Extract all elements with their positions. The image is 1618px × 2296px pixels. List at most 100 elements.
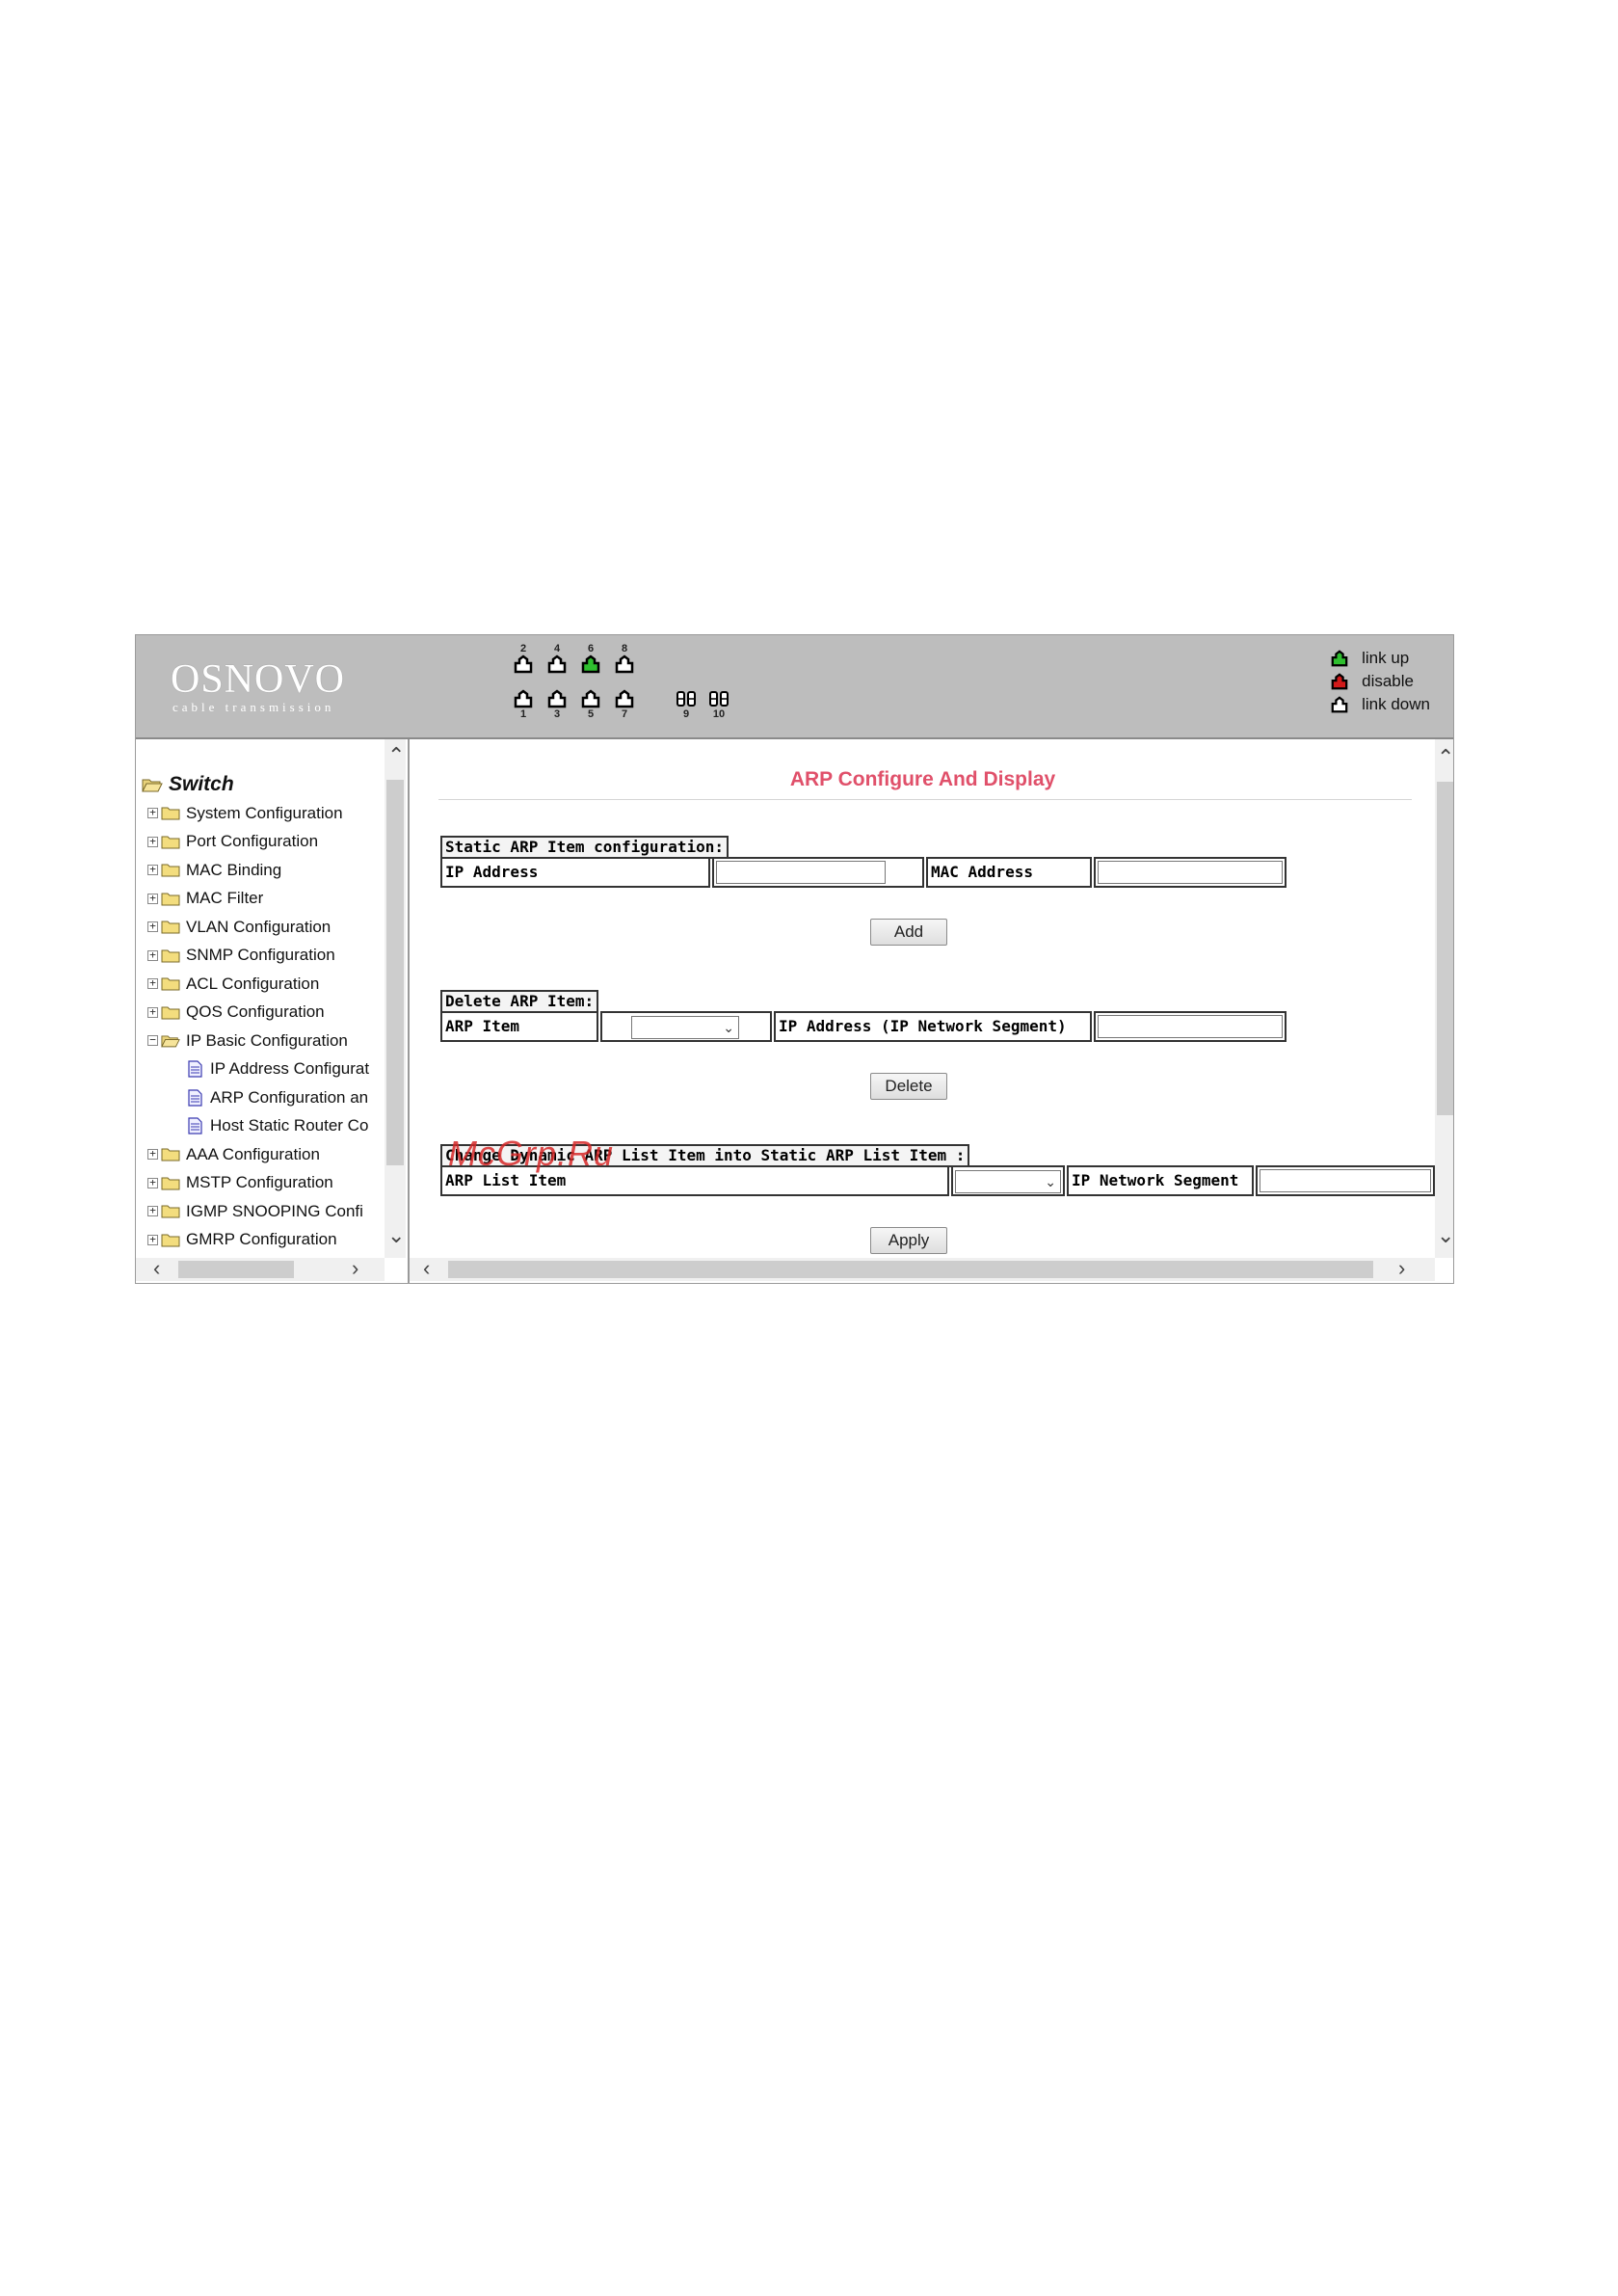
scroll-up-icon[interactable]: ⌃: [387, 745, 405, 766]
expand-icon[interactable]: +: [147, 1205, 158, 1217]
open-folder-icon: [142, 779, 163, 792]
tree-folder-port-configuration[interactable]: + Port Configuration: [142, 828, 383, 857]
tree-item-label: ARP Configuration an: [210, 1087, 369, 1107]
tree-item-label: MSTP Configuration: [186, 1173, 333, 1192]
tree-folder-gmrp-configuration[interactable]: + GMRP Configuration: [142, 1226, 383, 1255]
tree-item-label: Host Static Router Co: [210, 1116, 369, 1135]
chevron-down-icon: ⌄: [1045, 1174, 1056, 1189]
tree-page-ip-address-configurat[interactable]: IP Address Configurat: [142, 1055, 383, 1084]
port-number: 4: [553, 643, 561, 654]
sidebar-vertical-scrollbar[interactable]: ⌃ ⌄: [385, 739, 406, 1258]
expand-icon[interactable]: +: [147, 864, 158, 876]
fiber-port-icon: [676, 691, 696, 707]
scroll-down-icon[interactable]: ⌄: [1437, 1225, 1453, 1246]
tree-folder-mac-filter[interactable]: + MAC Filter: [142, 885, 383, 914]
port-5[interactable]: 5: [578, 689, 603, 720]
tree-folder-ip-basic-configuration[interactable]: − IP Basic Configuration: [142, 1027, 383, 1055]
arp-list-item-select[interactable]: ⌄: [955, 1170, 1061, 1193]
expand-icon[interactable]: +: [147, 1006, 158, 1018]
scroll-down-icon[interactable]: ⌄: [387, 1225, 405, 1246]
collapse-icon[interactable]: −: [147, 1034, 158, 1047]
tree-folder-qos-configuration[interactable]: + QOS Configuration: [142, 999, 383, 1028]
tree-folder-vlan-configuration[interactable]: + VLAN Configuration: [142, 913, 383, 942]
static-mac-input[interactable]: [1098, 861, 1283, 884]
legend-label: link down: [1362, 695, 1430, 713]
folder-icon: [161, 893, 180, 906]
port-4[interactable]: 4: [544, 643, 570, 674]
scrollbar-thumb[interactable]: [178, 1261, 294, 1278]
ethernet-port-icon: [514, 689, 533, 708]
navigation-frame: Switch + System Configuration + Port Config…: [136, 739, 410, 1283]
legend-label: link up: [1362, 649, 1410, 667]
sidebar-horizontal-scrollbar[interactable]: ‹ ›: [136, 1258, 385, 1281]
scroll-left-icon[interactable]: ‹: [423, 1258, 430, 1279]
tree-folder-acl-configuration[interactable]: + ACL Configuration: [142, 970, 383, 999]
port-6[interactable]: 6: [578, 643, 603, 674]
scroll-up-icon[interactable]: ⌃: [1437, 747, 1453, 768]
folder-icon: [161, 949, 180, 963]
static-ip-input[interactable]: [716, 861, 886, 884]
static-ip-field: [712, 857, 924, 888]
delete-ip-field: [1094, 1011, 1286, 1042]
expand-icon[interactable]: +: [147, 949, 158, 961]
port-9[interactable]: 9: [674, 689, 699, 720]
scrollbar-thumb[interactable]: [448, 1261, 1373, 1278]
folder-icon: [161, 1006, 180, 1020]
delete-button[interactable]: Delete: [870, 1073, 947, 1100]
content-horizontal-scrollbar[interactable]: ‹ ›: [410, 1258, 1435, 1281]
folder-icon: [161, 1205, 180, 1218]
static-mac-field: [1094, 857, 1286, 888]
delete-arp-section-header: Delete ARP Item:: [440, 990, 599, 1013]
port-number: 8: [621, 643, 628, 654]
tree-page-arp-configuration-an[interactable]: ARP Configuration an: [142, 1083, 383, 1112]
change-arp-item-field: ⌄: [951, 1165, 1065, 1196]
port-2[interactable]: 2: [511, 643, 536, 674]
tree-folder-aaa-configuration[interactable]: + AAA Configuration: [142, 1140, 383, 1169]
scroll-right-icon[interactable]: ›: [352, 1258, 358, 1279]
scroll-left-icon[interactable]: ‹: [153, 1258, 160, 1279]
tree-item-label: GMRP Configuration: [186, 1230, 337, 1249]
expand-icon[interactable]: +: [147, 1234, 158, 1245]
expand-icon[interactable]: +: [147, 807, 158, 819]
tree-folder-system-configuration[interactable]: + System Configuration: [142, 799, 383, 828]
content-vertical-scrollbar[interactable]: ⌃ ⌄: [1435, 739, 1453, 1258]
add-button[interactable]: Add: [870, 919, 947, 946]
expand-icon[interactable]: +: [147, 1148, 158, 1161]
static-mac-label: MAC Address: [926, 857, 1092, 888]
open-folder-icon: [161, 1035, 180, 1048]
port-8[interactable]: 8: [612, 643, 637, 674]
apply-button[interactable]: Apply: [870, 1227, 947, 1254]
port-number: 1: [519, 708, 527, 720]
expand-icon[interactable]: +: [147, 893, 158, 904]
browser-screenshot: OSNOVO cable transmission 2 4 6 8 1 3 5 …: [135, 634, 1454, 1284]
folder-icon: [161, 807, 180, 820]
arp-item-select[interactable]: ⌄: [631, 1016, 739, 1039]
navigation-tree: Switch + System Configuration + Port Config…: [142, 770, 383, 1254]
folder-icon: [161, 977, 180, 991]
link-up-icon: [1331, 650, 1348, 667]
ip-network-segment-label: IP Network Segment: [1067, 1165, 1254, 1196]
ethernet-port-icon: [547, 654, 567, 674]
tree-page-host-static-router-co[interactable]: Host Static Router Co: [142, 1112, 383, 1141]
tree-folder-igmp-snooping-confi[interactable]: + IGMP SNOOPING Confi: [142, 1197, 383, 1226]
scrollbar-thumb[interactable]: [386, 780, 404, 1165]
expand-icon[interactable]: +: [147, 977, 158, 990]
scrollbar-thumb[interactable]: [1437, 782, 1453, 1115]
tree-folder-mac-binding[interactable]: + MAC Binding: [142, 856, 383, 885]
port-1[interactable]: 1: [511, 689, 536, 720]
delete-ip-input[interactable]: [1098, 1015, 1283, 1038]
expand-icon[interactable]: +: [147, 921, 158, 933]
scroll-right-icon[interactable]: ›: [1398, 1258, 1405, 1279]
tree-root-switch[interactable]: Switch: [142, 770, 383, 799]
port-3[interactable]: 3: [544, 689, 570, 720]
port-10[interactable]: 10: [706, 689, 731, 720]
port-number: 2: [519, 643, 527, 654]
ethernet-port-icon: [581, 654, 600, 674]
port-7[interactable]: 7: [612, 689, 637, 720]
tree-folder-mstp-configuration[interactable]: + MSTP Configuration: [142, 1169, 383, 1198]
expand-icon[interactable]: +: [147, 1177, 158, 1188]
ip-network-segment-input[interactable]: [1260, 1169, 1431, 1192]
tree-item-label: MAC Filter: [186, 889, 264, 908]
expand-icon[interactable]: +: [147, 836, 158, 847]
tree-folder-snmp-configuration[interactable]: + SNMP Configuration: [142, 942, 383, 971]
